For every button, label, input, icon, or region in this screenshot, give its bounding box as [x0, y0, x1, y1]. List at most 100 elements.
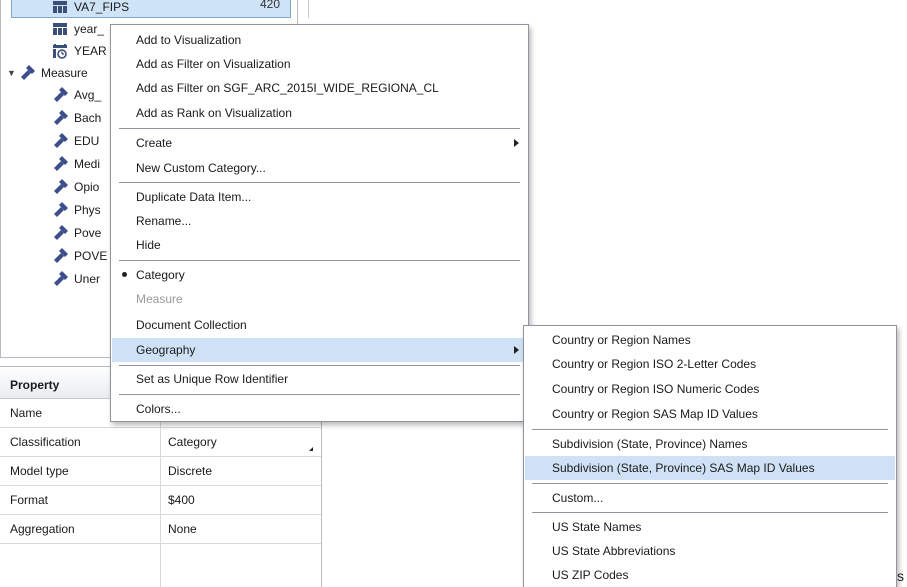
tree-item-measure[interactable]: POVE	[52, 245, 107, 267]
property-key: Aggregation	[10, 522, 75, 536]
tree-item-count: 420	[259, 0, 280, 11]
menu-hide[interactable]: Hide	[112, 233, 527, 257]
property-header-label: Property	[10, 378, 60, 392]
tree-group-measures[interactable]: ▼ Measure	[7, 62, 88, 84]
geo-subdivision-names[interactable]: Subdivision (State, Province) Names	[525, 432, 895, 456]
date-icon	[52, 43, 68, 59]
tree-item-measure[interactable]: Avg_	[52, 84, 101, 106]
property-key: Classification	[10, 435, 81, 449]
tree-item-label: VA7_FIPS	[74, 0, 130, 14]
menu-add-rank[interactable]: Add as Rank on Visualization	[112, 101, 527, 125]
tree-item-va7-fips[interactable]: VA7_FIPS 420	[11, 0, 291, 18]
measure-icon	[52, 110, 68, 126]
menu-item-label: Add as Filter on SGF_ARC_2015I_WIDE_REGI…	[136, 81, 439, 95]
menu-duplicate-data-item[interactable]: Duplicate Data Item...	[112, 185, 527, 209]
menu-item-label: New Custom Category...	[136, 161, 266, 175]
tree-item-label: Medi	[74, 157, 101, 171]
tree-item-label: Uner	[74, 272, 101, 286]
tree-item-label: Bach	[74, 111, 102, 125]
menu-add-filter-source[interactable]: Add as Filter on SGF_ARC_2015I_WIDE_REGI…	[112, 76, 527, 100]
property-value: None	[168, 522, 197, 536]
tree-item-measure[interactable]: Opio	[52, 176, 99, 198]
tree-item-label: Pove	[74, 226, 102, 240]
menu-document-collection[interactable]: Document Collection	[112, 313, 527, 337]
menu-set-unique-row-identifier[interactable]: Set as Unique Row Identifier	[112, 367, 527, 391]
property-key: Format	[10, 493, 49, 507]
property-row-classification[interactable]: Classification Category	[0, 428, 321, 457]
tree-item-label: year_	[74, 22, 105, 36]
tree-item-measure[interactable]: Uner	[52, 268, 100, 290]
property-row-aggregation[interactable]: Aggregation None	[0, 515, 321, 544]
menu-item-label: US State Names	[552, 520, 642, 534]
menu-new-custom-category[interactable]: New Custom Category...	[112, 156, 527, 180]
menu-add-to-visualization[interactable]: Add to Visualization	[112, 28, 527, 52]
menu-item-label: Colors...	[136, 402, 181, 416]
chevron-right-icon	[514, 346, 519, 354]
menu-separator	[119, 128, 520, 129]
tree-item-label: EDU	[74, 134, 100, 148]
chevron-down-icon[interactable]: ▼	[7, 68, 17, 78]
tree-item-year[interactable]: year_	[52, 18, 104, 40]
menu-item-label: Measure	[136, 292, 183, 306]
menu-item-label: Rename...	[136, 214, 192, 228]
menu-item-label: Geography	[136, 343, 196, 357]
property-row-model-type[interactable]: Model type Discrete	[0, 457, 321, 486]
menu-item-label: Country or Region ISO 2-Letter Codes	[552, 357, 757, 371]
dropdown-corner-icon[interactable]	[309, 447, 313, 451]
property-key: Name	[10, 406, 43, 420]
menu-separator	[119, 365, 520, 366]
menu-item-label: Subdivision (State, Province) Names	[552, 437, 748, 451]
menu-item-label: Create	[136, 136, 173, 150]
menu-separator	[532, 483, 888, 484]
menu-separator	[119, 182, 520, 183]
geo-custom[interactable]: Custom...	[525, 486, 895, 510]
menu-colors[interactable]: Colors...	[112, 397, 527, 421]
chevron-right-icon	[514, 139, 519, 147]
geo-country-names[interactable]: Country or Region Names	[525, 328, 895, 352]
tree-item-label: POVE	[74, 249, 108, 263]
tree-item-measure[interactable]: Pove	[52, 222, 101, 244]
menu-item-label: US State Abbreviations	[552, 544, 676, 558]
menu-geography[interactable]: Geography	[112, 338, 527, 362]
measure-icon	[52, 248, 68, 264]
menu-separator	[119, 394, 520, 395]
tree-item-measure[interactable]: Medi	[52, 153, 100, 175]
geo-us-state-abbreviations[interactable]: US State Abbreviations	[525, 539, 895, 563]
measure-icon	[52, 87, 68, 103]
menu-rename[interactable]: Rename...	[112, 209, 527, 233]
menu-item-label: Country or Region ISO Numeric Codes	[552, 382, 760, 396]
geo-subdivision-sas-map-id[interactable]: Subdivision (State, Province) SAS Map ID…	[525, 456, 895, 480]
canvas-edge	[308, 0, 309, 18]
geo-country-iso-numeric[interactable]: Country or Region ISO Numeric Codes	[525, 377, 895, 401]
category-icon	[52, 0, 68, 15]
geo-country-iso2[interactable]: Country or Region ISO 2-Letter Codes	[525, 352, 895, 376]
trailing-text: s	[897, 568, 904, 584]
menu-item-label: Set as Unique Row Identifier	[136, 372, 289, 386]
menu-create[interactable]: Create	[112, 131, 527, 155]
menu-category[interactable]: Category	[112, 263, 527, 287]
tree-item-year-date[interactable]: YEAR	[52, 40, 107, 62]
menu-measure: Measure	[112, 287, 527, 311]
measure-icon	[52, 271, 68, 287]
tree-item-measure[interactable]: Bach	[52, 107, 101, 129]
measure-icon	[52, 202, 68, 218]
measure-icon	[19, 65, 35, 81]
tree-item-label: Opio	[74, 180, 100, 194]
geography-submenu: Country or Region Names Country or Regio…	[523, 325, 897, 587]
property-row-format[interactable]: Format $400	[0, 486, 321, 515]
menu-item-label: Duplicate Data Item...	[136, 190, 252, 204]
menu-item-label: Add as Rank on Visualization	[136, 106, 292, 120]
property-value: $400	[168, 493, 195, 507]
geo-us-zip-codes[interactable]: US ZIP Codes	[525, 563, 895, 587]
selected-bullet-icon	[122, 272, 127, 277]
geo-country-sas-map-id[interactable]: Country or Region SAS Map ID Values	[525, 402, 895, 426]
tree-item-measure[interactable]: Phys	[52, 199, 101, 221]
tree-item-label: Avg_	[74, 88, 102, 102]
measure-icon	[52, 179, 68, 195]
menu-separator	[532, 429, 888, 430]
menu-item-label: Document Collection	[136, 318, 247, 332]
geo-us-state-names[interactable]: US State Names	[525, 515, 895, 539]
property-value: Discrete	[168, 464, 213, 478]
menu-add-filter-visualization[interactable]: Add as Filter on Visualization	[112, 52, 527, 76]
tree-item-measure[interactable]: EDU	[52, 130, 99, 152]
